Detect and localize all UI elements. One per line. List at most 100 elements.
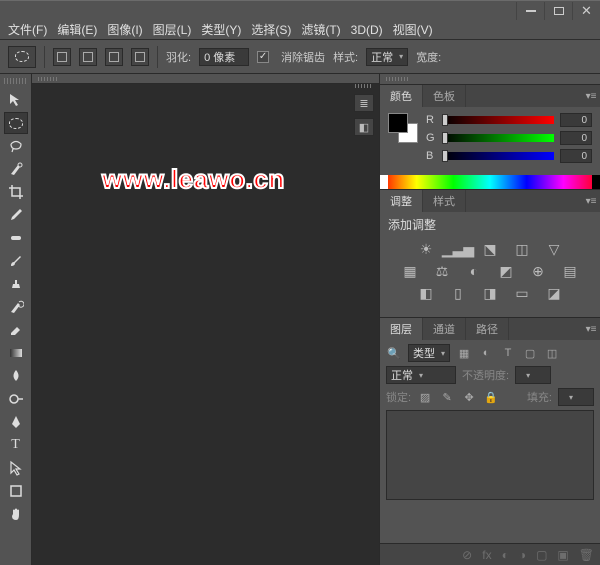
channel-mixer-icon[interactable]: ⊕ (529, 263, 547, 279)
new-adjustment-layer-icon[interactable]: ◑ (519, 548, 526, 562)
toolbox-grip[interactable] (4, 78, 28, 84)
tab-channels[interactable]: 通道 (423, 318, 466, 340)
lock-transparency-icon[interactable]: ▨ (417, 389, 433, 405)
new-group-icon[interactable]: ▢ (536, 548, 547, 562)
foreground-color-swatch[interactable] (388, 113, 408, 133)
path-selection-tool[interactable] (4, 457, 28, 479)
selection-new-button[interactable] (53, 48, 71, 66)
history-panel-icon[interactable]: ≣ (354, 94, 374, 112)
levels-icon[interactable]: ▁▃▅ (449, 241, 467, 257)
eyedropper-tool[interactable] (4, 204, 28, 226)
color-lookup-icon[interactable]: ▤ (561, 263, 579, 279)
threshold-icon[interactable]: ◨ (481, 285, 499, 301)
lock-position-icon[interactable]: ✥ (461, 389, 477, 405)
brightness-icon[interactable]: ☀ (417, 241, 435, 257)
panel-grip[interactable] (386, 77, 410, 81)
window-close-button[interactable]: ✕ (572, 2, 600, 20)
move-tool[interactable] (4, 89, 28, 111)
tab-styles[interactable]: 样式 (423, 190, 466, 212)
menu-edit[interactable]: 编辑(E) (57, 21, 97, 38)
menu-layer[interactable]: 图层(L) (153, 21, 192, 38)
document-tab-bar[interactable] (32, 74, 379, 84)
history-brush-tool[interactable] (4, 296, 28, 318)
properties-panel-icon[interactable]: ◧ (354, 118, 374, 136)
balance-icon[interactable]: ⚖ (433, 263, 451, 279)
selection-intersect-button[interactable] (131, 48, 149, 66)
add-mask-icon[interactable]: ◐ (502, 548, 509, 562)
filter-search-icon[interactable]: 🔍 (386, 345, 402, 361)
gradient-map-icon[interactable]: ▭ (513, 285, 531, 301)
photo-filter-icon[interactable]: ◩ (497, 263, 515, 279)
document-canvas[interactable]: www.leawo.cn (32, 74, 380, 565)
tab-layers[interactable]: 图层 (380, 318, 423, 340)
dodge-tool[interactable] (4, 388, 28, 410)
blend-mode-dropdown[interactable]: 正常▾ (386, 366, 456, 384)
opacity-input[interactable]: ▾ (515, 366, 551, 384)
r-slider[interactable] (442, 116, 554, 124)
panel-menu-button[interactable]: ▾≡ (582, 190, 600, 212)
lasso-tool[interactable] (4, 135, 28, 157)
posterize-icon[interactable]: ▯ (449, 285, 467, 301)
healing-brush-tool[interactable] (4, 227, 28, 249)
feather-input[interactable]: 0 像素 (199, 48, 249, 66)
marquee-tool[interactable] (4, 112, 28, 134)
bw-icon[interactable]: ◐ (465, 263, 483, 279)
delete-layer-icon[interactable]: 🗑 (579, 548, 594, 562)
type-tool[interactable]: T (4, 434, 28, 456)
curves-icon[interactable]: ⬔ (481, 241, 499, 257)
panel-menu-button[interactable]: ▾≡ (582, 318, 600, 340)
filter-smart-icon[interactable]: ◫ (544, 345, 560, 361)
filter-adjust-icon[interactable]: ◐ (478, 345, 494, 361)
blur-tool[interactable] (4, 365, 28, 387)
pen-tool[interactable] (4, 411, 28, 433)
exposure-icon[interactable]: ◫ (513, 241, 531, 257)
menu-image[interactable]: 图像(I) (107, 21, 142, 38)
selective-color-icon[interactable]: ◪ (545, 285, 563, 301)
menu-filter[interactable]: 滤镜(T) (301, 21, 340, 38)
menu-3d[interactable]: 3D(D) (351, 23, 383, 37)
panel-menu-button[interactable]: ▾≡ (582, 85, 600, 107)
menu-select[interactable]: 选择(S) (251, 21, 291, 38)
eraser-tool[interactable] (4, 319, 28, 341)
crop-tool[interactable] (4, 181, 28, 203)
selection-subtract-button[interactable] (105, 48, 123, 66)
brush-tool[interactable] (4, 250, 28, 272)
lock-paint-icon[interactable]: ✎ (439, 389, 455, 405)
selection-add-button[interactable] (79, 48, 97, 66)
r-value[interactable]: 0 (560, 113, 592, 127)
filter-pixel-icon[interactable]: ▦ (456, 345, 472, 361)
invert-icon[interactable]: ◧ (417, 285, 435, 301)
layer-fx-icon[interactable]: fx (482, 548, 491, 562)
layer-list[interactable] (386, 410, 594, 500)
b-value[interactable]: 0 (560, 149, 592, 163)
new-layer-icon[interactable]: ▣ (557, 548, 568, 562)
tab-swatches[interactable]: 色板 (423, 85, 466, 107)
vibrance-icon[interactable]: ▽ (545, 241, 563, 257)
active-tool-preset[interactable] (8, 46, 36, 68)
gradient-tool[interactable] (4, 342, 28, 364)
style-dropdown[interactable]: 正常▾ (366, 48, 408, 66)
g-slider[interactable] (442, 134, 554, 142)
tab-paths[interactable]: 路径 (466, 318, 509, 340)
menu-type[interactable]: 类型(Y) (201, 21, 241, 38)
filter-type-icon[interactable]: T (500, 345, 516, 361)
tab-adjustments[interactable]: 调整 (380, 190, 423, 212)
layer-filter-dropdown[interactable]: 类型▾ (408, 344, 450, 362)
link-layers-icon[interactable]: ⊘ (462, 548, 472, 562)
filter-shape-icon[interactable]: ▢ (522, 345, 538, 361)
lock-all-icon[interactable]: 🔒 (483, 389, 499, 405)
menu-file[interactable]: 文件(F) (8, 21, 47, 38)
quick-selection-tool[interactable] (4, 158, 28, 180)
hue-icon[interactable]: ▦ (401, 263, 419, 279)
antialias-checkbox[interactable]: ✓ (257, 51, 269, 63)
g-value[interactable]: 0 (560, 131, 592, 145)
foreground-background-swatch[interactable] (388, 113, 418, 143)
tab-color[interactable]: 颜色 (380, 85, 423, 107)
hand-tool[interactable] (4, 503, 28, 525)
b-slider[interactable] (442, 152, 554, 160)
clone-stamp-tool[interactable] (4, 273, 28, 295)
color-spectrum-ramp[interactable] (380, 175, 600, 189)
window-minimize-button[interactable] (516, 2, 544, 20)
shape-tool[interactable] (4, 480, 28, 502)
menu-view[interactable]: 视图(V) (393, 21, 433, 38)
